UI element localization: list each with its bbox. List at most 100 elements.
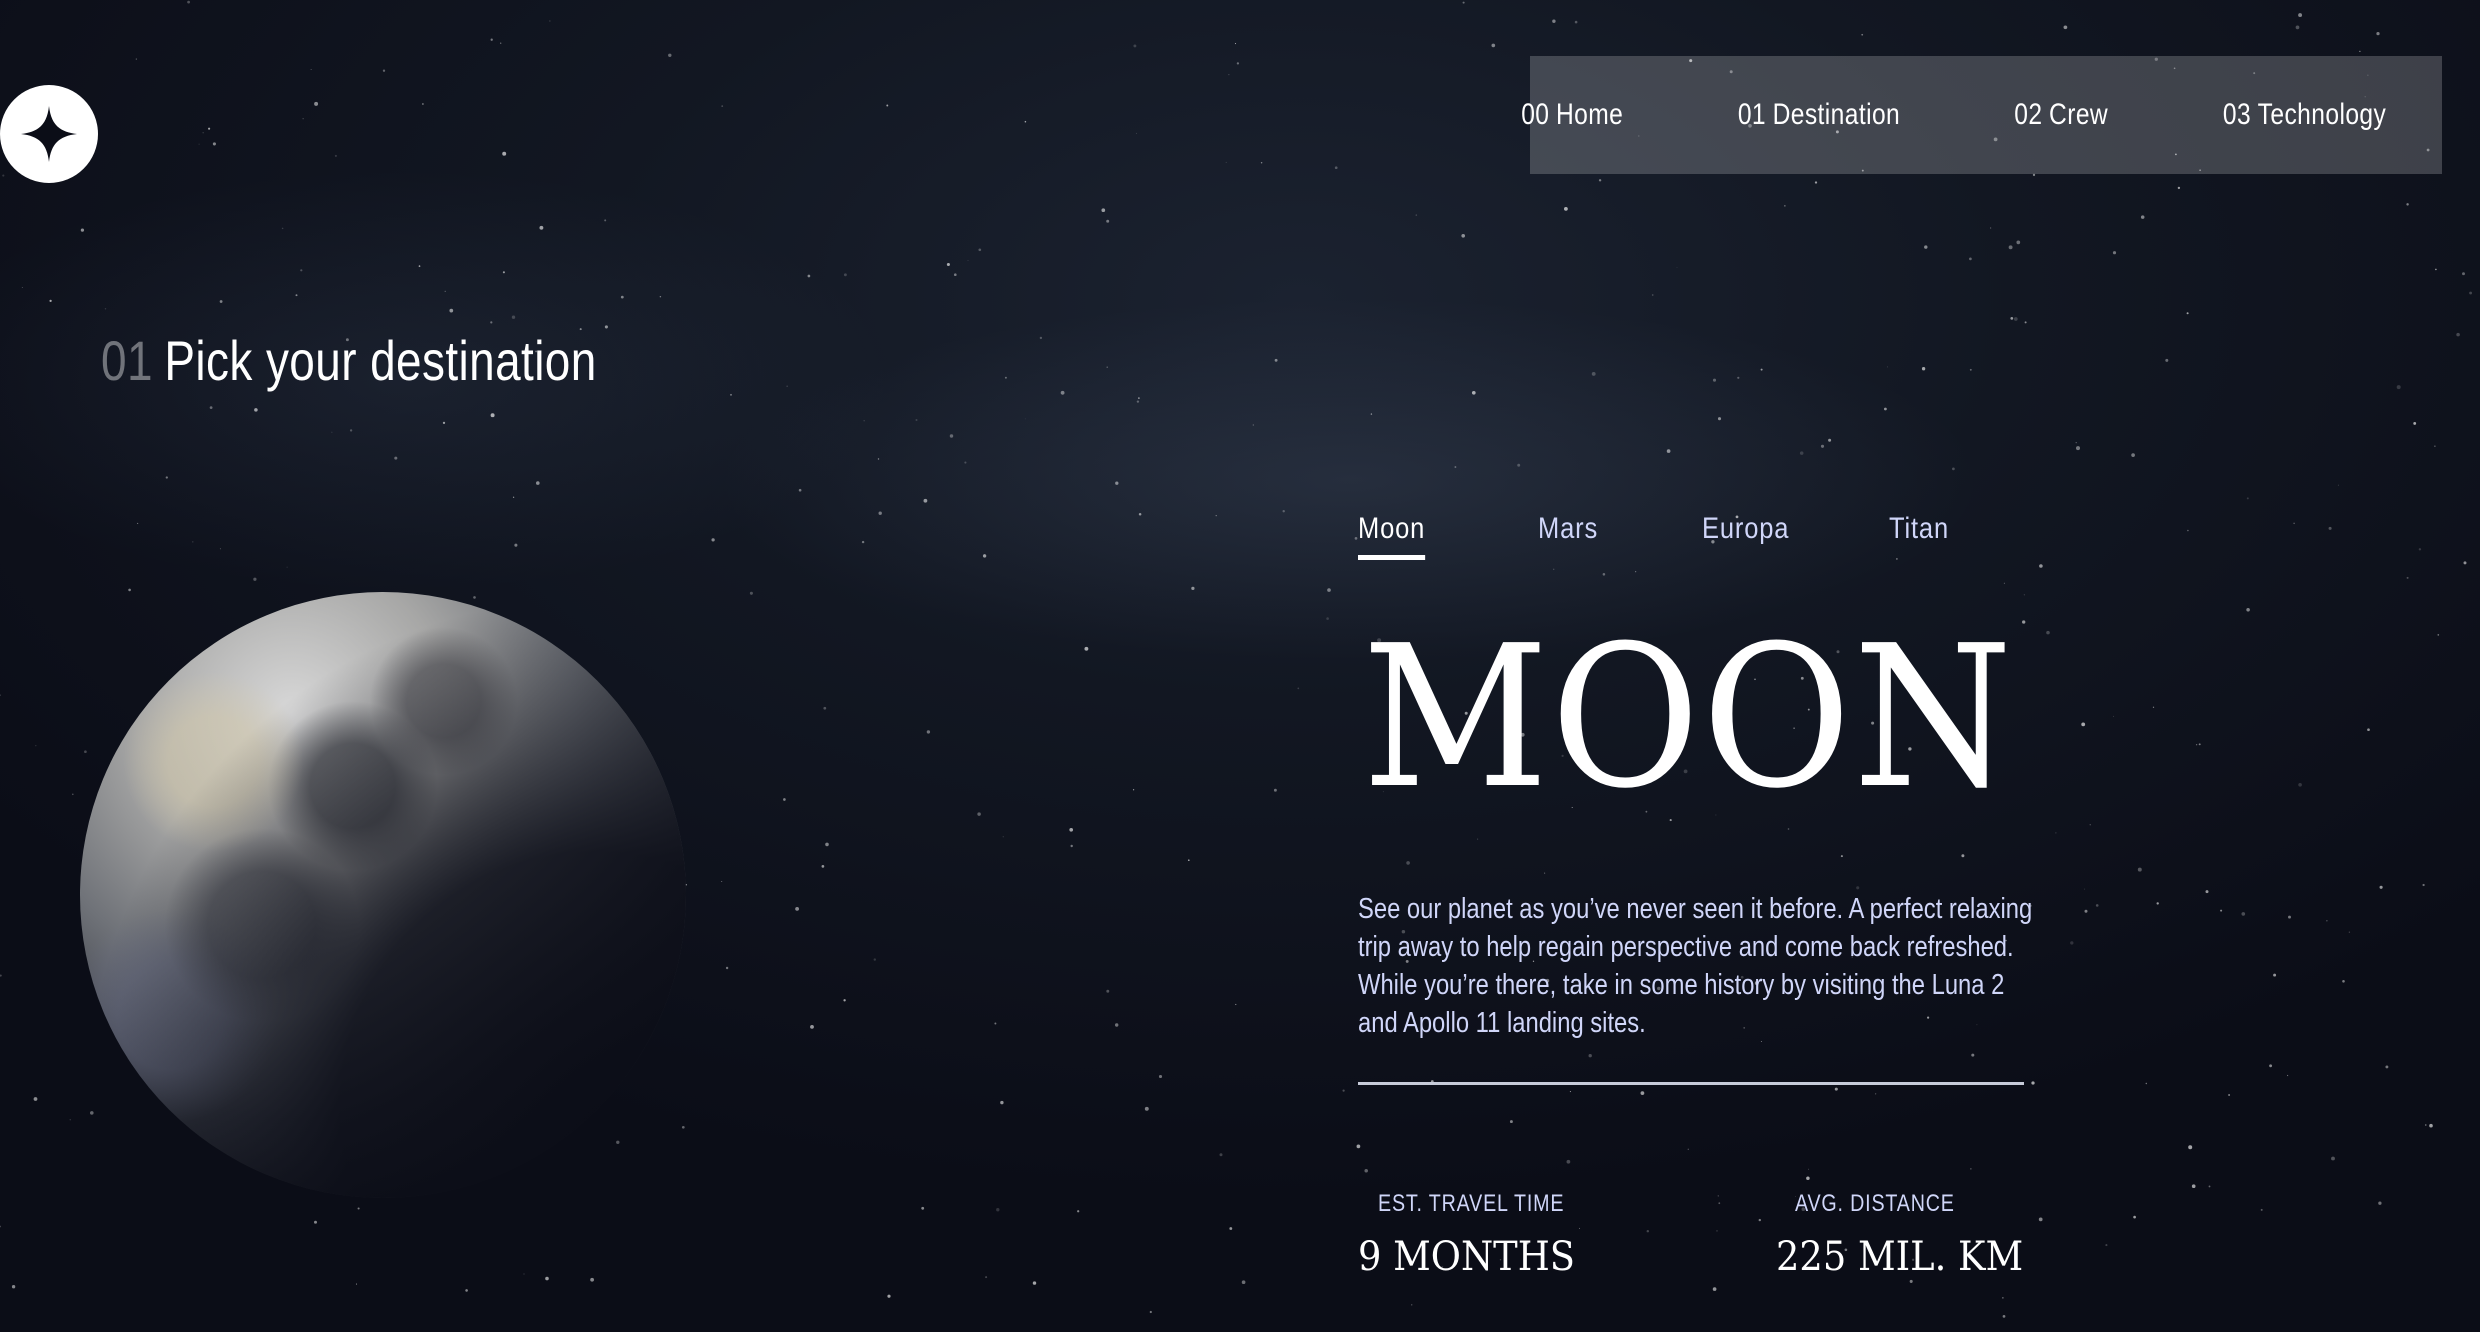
star bbox=[2016, 240, 2021, 245]
star bbox=[2288, 915, 2291, 919]
star bbox=[198, 143, 200, 145]
tab-moon[interactable]: Moon bbox=[1358, 512, 1426, 560]
star bbox=[84, 750, 87, 754]
star bbox=[219, 300, 223, 303]
star bbox=[2152, 706, 2155, 708]
star bbox=[137, 522, 139, 524]
star bbox=[1717, 417, 1722, 421]
star bbox=[314, 1220, 317, 1224]
star bbox=[1737, 376, 1740, 379]
star bbox=[1491, 43, 1496, 48]
star bbox=[873, 958, 876, 961]
star bbox=[80, 228, 85, 232]
star bbox=[1106, 366, 1108, 368]
star bbox=[2013, 317, 2018, 321]
star bbox=[0, 974, 2, 977]
star bbox=[473, 596, 476, 599]
star bbox=[915, 418, 918, 422]
star bbox=[2113, 715, 2114, 717]
star bbox=[1856, 886, 1860, 890]
star bbox=[2055, 832, 2057, 834]
star bbox=[798, 488, 802, 492]
nav-item-label: Home bbox=[1556, 98, 1624, 131]
star bbox=[2228, 1094, 2231, 1096]
star bbox=[825, 842, 829, 847]
star bbox=[128, 588, 131, 592]
star bbox=[1236, 62, 1240, 65]
tab-titan[interactable]: Titan bbox=[1889, 512, 1949, 560]
star bbox=[539, 225, 544, 230]
star bbox=[1552, 568, 1555, 571]
star bbox=[382, 69, 386, 72]
star bbox=[2337, 484, 2339, 486]
star bbox=[355, 1283, 358, 1285]
star bbox=[1138, 397, 1140, 399]
star bbox=[2379, 885, 2383, 889]
star bbox=[978, 248, 982, 252]
star bbox=[1635, 571, 1637, 573]
star bbox=[2422, 883, 2425, 887]
star bbox=[1327, 588, 1331, 592]
star bbox=[604, 219, 607, 222]
star bbox=[604, 325, 608, 329]
star bbox=[1887, 366, 1889, 368]
star bbox=[2293, 522, 2295, 525]
star bbox=[1241, 1280, 1246, 1285]
star bbox=[861, 540, 865, 544]
star bbox=[135, 58, 137, 60]
nav-item-number: 00 bbox=[1521, 98, 1550, 131]
star-logo-icon[interactable] bbox=[0, 85, 98, 183]
nav-item-label: Destination bbox=[1773, 98, 1901, 131]
star bbox=[982, 554, 987, 558]
star bbox=[1924, 245, 1928, 249]
star bbox=[0, 694, 1, 696]
nav-item-number: 01 bbox=[1738, 98, 1767, 131]
star bbox=[357, 1207, 360, 1210]
star bbox=[1069, 827, 1074, 832]
star bbox=[2220, 909, 2223, 912]
nav-item-crew[interactable]: 02 Crew bbox=[2015, 98, 2109, 132]
star bbox=[967, 260, 969, 261]
star bbox=[1039, 336, 1043, 340]
star bbox=[212, 142, 216, 146]
star bbox=[1861, 33, 1864, 36]
star bbox=[310, 69, 312, 70]
star bbox=[2429, 1123, 2433, 1128]
nav-item-destination[interactable]: 01 Destination bbox=[1738, 98, 1900, 132]
star bbox=[1219, 1153, 1223, 1157]
star bbox=[1326, 617, 1329, 620]
star bbox=[1225, 161, 1227, 163]
star bbox=[187, 0, 190, 4]
star bbox=[1024, 418, 1026, 420]
star bbox=[465, 1289, 468, 1292]
tab-mars[interactable]: Mars bbox=[1538, 512, 1598, 560]
star bbox=[1598, 179, 1602, 182]
star bbox=[1032, 1281, 1037, 1285]
star bbox=[2287, 1074, 2289, 1077]
star bbox=[2434, 445, 2436, 447]
star bbox=[887, 1294, 891, 1298]
page-title-number: 01 bbox=[101, 329, 153, 392]
star bbox=[1282, 510, 1285, 513]
star bbox=[1106, 989, 1110, 993]
star bbox=[2137, 867, 2142, 872]
nav-item-technology[interactable]: 03 Technology bbox=[2223, 98, 2386, 132]
tab-europa[interactable]: Europa bbox=[1702, 512, 1789, 560]
star bbox=[2070, 941, 2074, 945]
star bbox=[2376, 31, 2380, 36]
nav-item-home[interactable]: 00 Home bbox=[1521, 98, 1623, 132]
star bbox=[1133, 44, 1137, 48]
star bbox=[1808, 1168, 1810, 1170]
star bbox=[2188, 1145, 2193, 1150]
star bbox=[254, 408, 258, 412]
star bbox=[1461, 233, 1466, 238]
star bbox=[2437, 634, 2440, 636]
star bbox=[1828, 438, 1832, 442]
star bbox=[2425, 1124, 2427, 1126]
star bbox=[878, 511, 882, 515]
star bbox=[512, 496, 515, 498]
star bbox=[2191, 1184, 2196, 1189]
star bbox=[536, 481, 540, 485]
star bbox=[1591, 371, 1596, 376]
star bbox=[921, 1206, 925, 1210]
